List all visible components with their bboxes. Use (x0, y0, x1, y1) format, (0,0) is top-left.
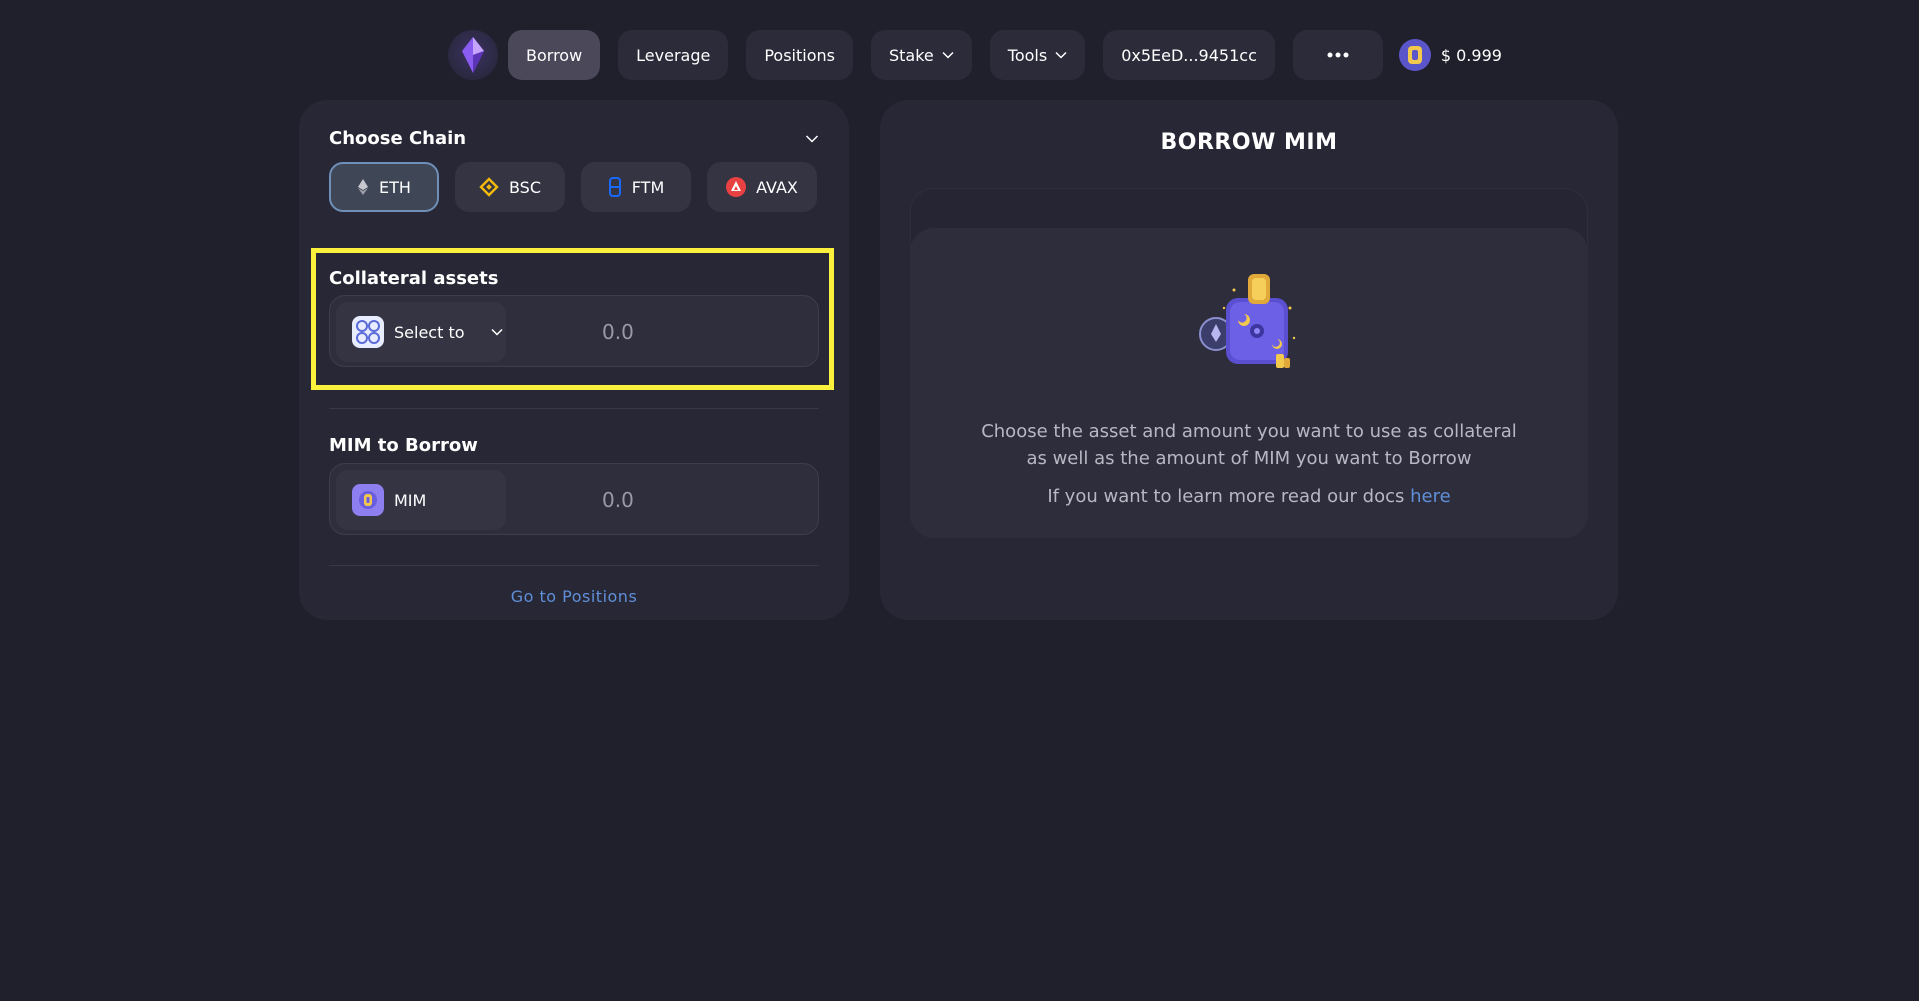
nav-stake-dropdown[interactable]: Stake (870, 30, 972, 80)
chain-avax-label: AVAX (756, 177, 798, 197)
bnb-icon (479, 177, 499, 197)
docs-here-link[interactable]: here (1410, 486, 1451, 507)
chain-ftm-label: FTM (631, 177, 665, 197)
nav-borrow[interactable]: Borrow (508, 30, 601, 80)
fantom-icon (608, 177, 621, 197)
nav-leverage[interactable]: Leverage (618, 30, 729, 80)
chain-bsc-button[interactable]: BSC (455, 162, 565, 212)
choose-chain-title: Choose Chain (329, 128, 467, 149)
chain-selector: ETH BSC FTM AVAX (329, 162, 817, 212)
mim-amount-input[interactable]: 0.0 (602, 464, 634, 536)
go-to-positions-link[interactable]: Go to Positions (299, 587, 849, 606)
mim-to-borrow-title: MIM to Borrow (329, 435, 478, 456)
wallet-address-button[interactable]: 0x5EeD...9451cc (1103, 30, 1275, 80)
collateral-input-box: Select to 0.0 (329, 295, 819, 367)
chain-avax-button[interactable]: AVAX (707, 162, 817, 212)
mim-asset-pill: MIM (336, 470, 506, 530)
nav-borrow-label: Borrow (526, 45, 583, 65)
docs-line: If you want to learn more read our docs … (910, 486, 1588, 507)
divider (329, 565, 819, 566)
chain-eth-button[interactable]: ETH (329, 162, 439, 212)
mim-label: MIM (394, 490, 427, 510)
top-nav: Borrow Leverage Positions Stake Tools 0x… (448, 30, 1502, 80)
token-grid-icon (352, 316, 384, 348)
nav-positions[interactable]: Positions (746, 30, 853, 80)
collateral-select-dropdown[interactable]: Select to (336, 302, 506, 362)
nav-positions-label: Positions (764, 45, 835, 65)
chevron-down-icon[interactable] (805, 134, 819, 144)
vault-illustration-icon (1199, 274, 1296, 368)
mim-token-icon (352, 484, 384, 516)
collateral-select-label: Select to (394, 322, 465, 342)
nav-leverage-label: Leverage (636, 45, 711, 65)
nav-tools-label: Tools (1007, 45, 1048, 65)
collateral-amount-input[interactable]: 0.0 (602, 296, 634, 368)
nav-tools-dropdown[interactable]: Tools (989, 30, 1086, 80)
more-menu-button[interactable] (1292, 30, 1383, 80)
mim-price: $ 0.999 (1398, 39, 1502, 71)
mim-input-box: MIM 0.0 (329, 463, 819, 535)
wallet-address: 0x5EeD...9451cc (1121, 45, 1257, 65)
ethereum-icon (358, 179, 369, 195)
borrow-form-panel: Choose Chain ETH BSC FTM AVAX Collateral… (299, 100, 849, 620)
docs-text: If you want to learn more read our docs (1047, 486, 1405, 507)
crystal-logo-icon[interactable] (448, 30, 498, 80)
borrow-info-panel: BORROW MIM Choose the asset and amount y… (880, 100, 1618, 620)
borrow-mim-title: BORROW MIM (1160, 130, 1338, 155)
chevron-down-icon (1055, 51, 1067, 59)
avalanche-icon (726, 177, 747, 197)
divider (329, 408, 819, 409)
info-card: Choose the asset and amount you want to … (910, 228, 1588, 538)
chain-bsc-label: BSC (508, 177, 542, 197)
info-description: Choose the asset and amount you want to … (981, 421, 1517, 469)
chevron-down-icon (490, 328, 503, 336)
mim-price-value: $ 0.999 (1440, 45, 1502, 65)
chain-ftm-button[interactable]: FTM (581, 162, 691, 212)
collateral-title: Collateral assets (329, 268, 499, 289)
ellipsis-icon (1327, 52, 1349, 58)
chain-eth-label: ETH (379, 177, 411, 197)
nav-stake-label: Stake (888, 45, 934, 65)
mim-token-icon (1398, 39, 1431, 71)
chevron-down-icon (942, 51, 954, 59)
